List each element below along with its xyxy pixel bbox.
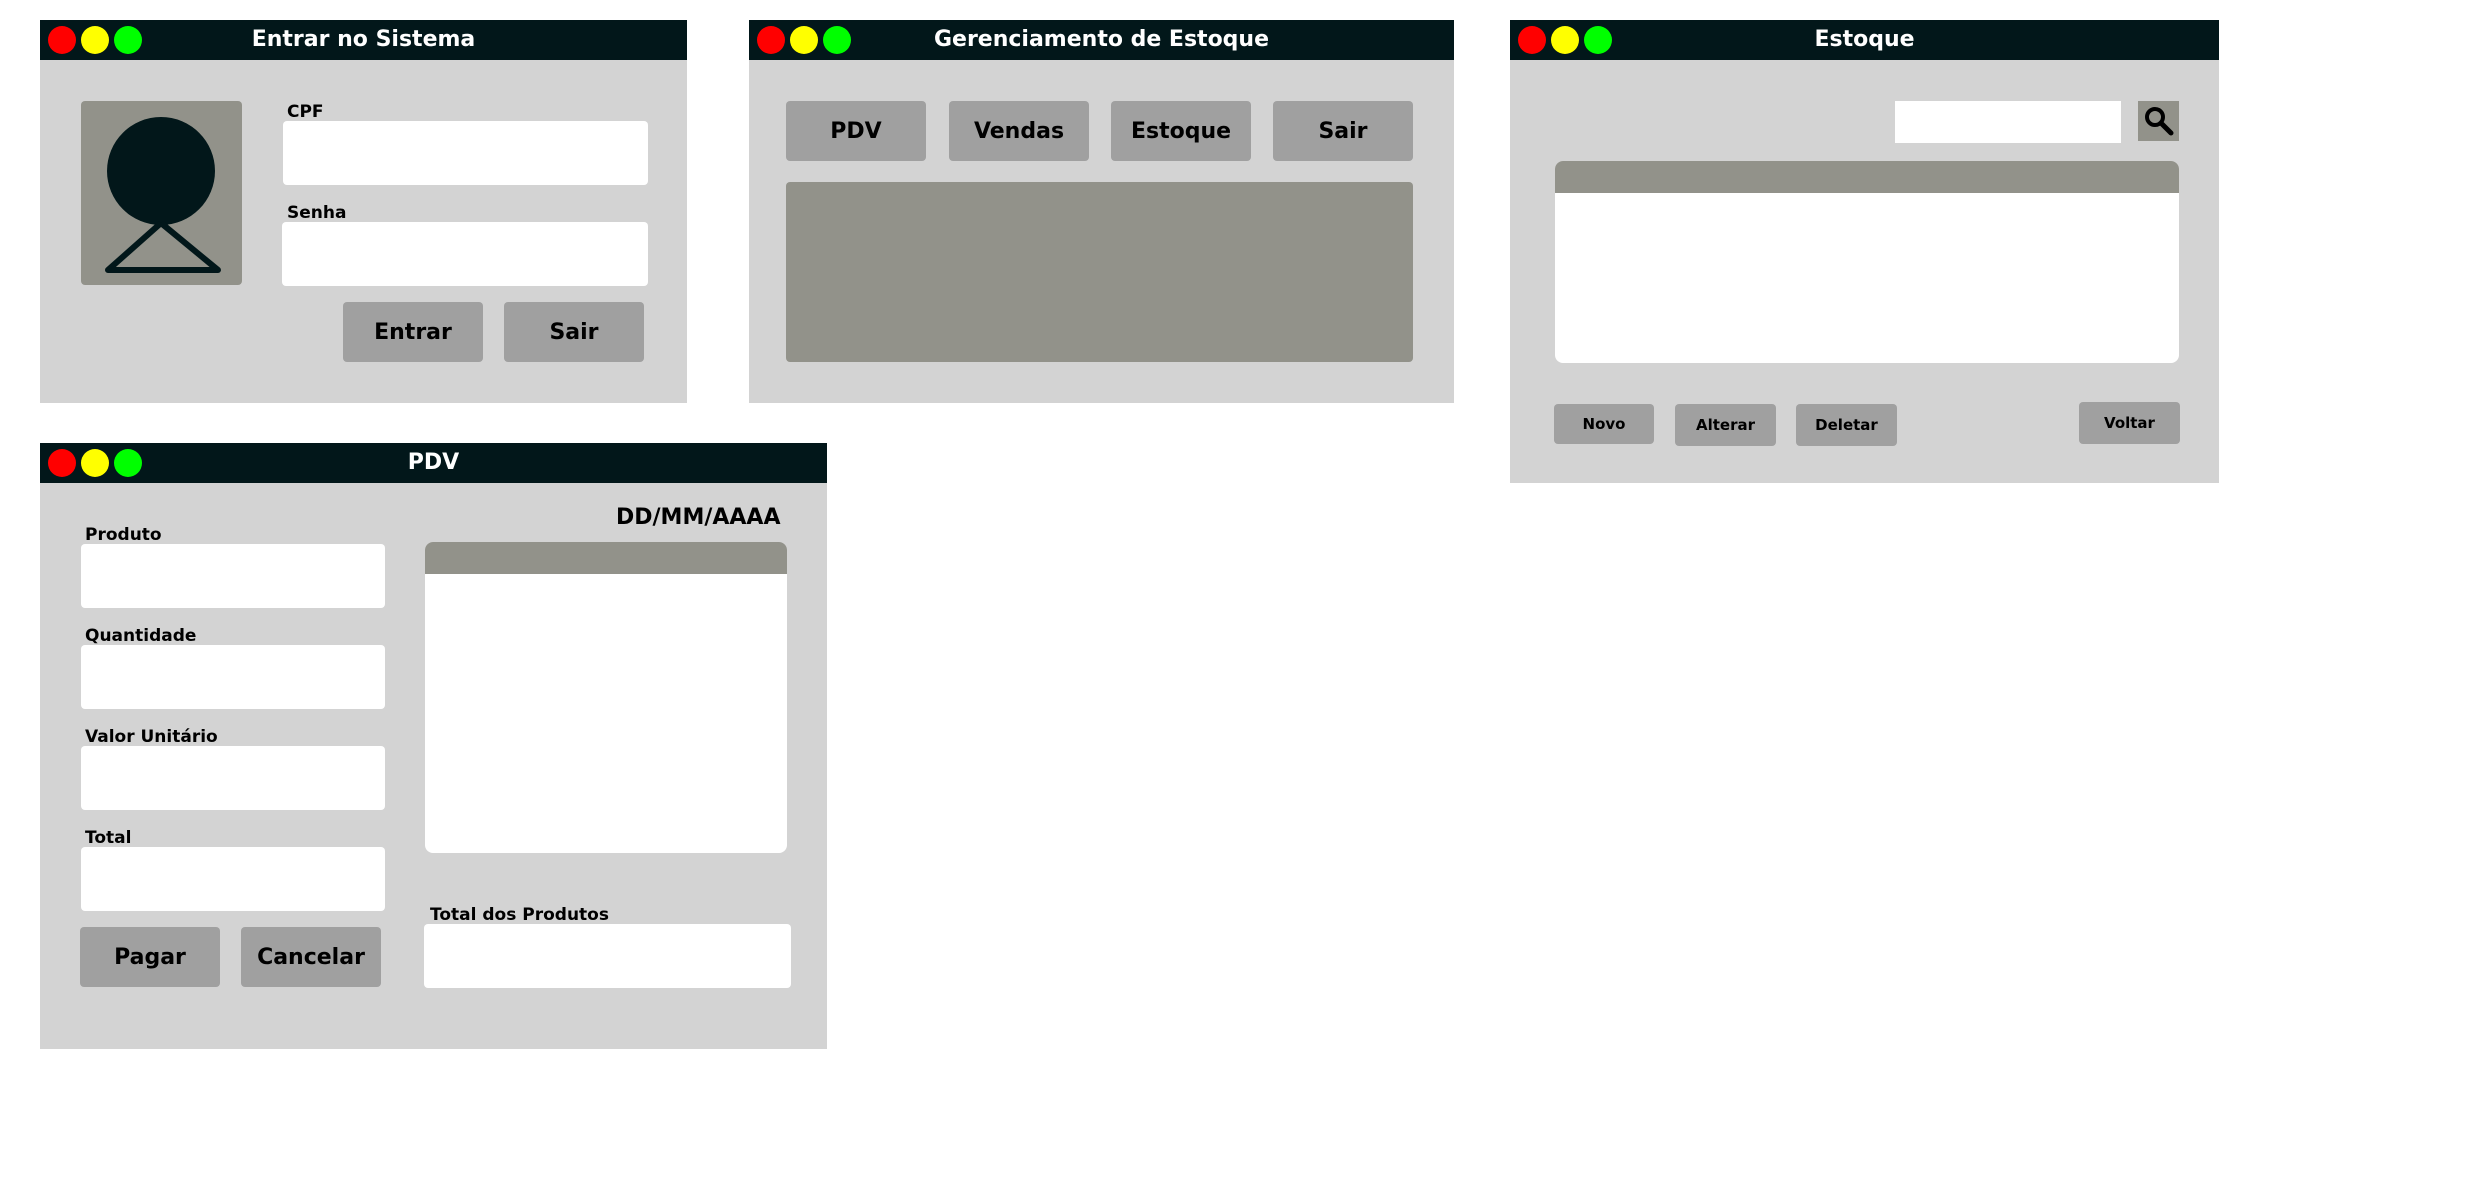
total-label: Total — [85, 828, 132, 848]
cpf-field[interactable] — [283, 121, 648, 185]
produto-label: Produto — [85, 525, 162, 545]
estoque-table[interactable] — [1555, 161, 2179, 363]
search-button[interactable] — [2138, 101, 2179, 141]
estoque-titlebar: Estoque — [1510, 20, 2219, 60]
total-produtos-field[interactable] — [424, 924, 791, 988]
pdv-titlebar: PDV — [40, 443, 827, 483]
cpf-label: CPF — [287, 102, 324, 122]
minimize-button[interactable] — [1551, 26, 1579, 54]
novo-button[interactable]: Novo — [1554, 404, 1654, 444]
window-title: Entrar no Sistema — [251, 27, 476, 52]
vendas-menu-button[interactable]: Vendas — [949, 101, 1089, 161]
window-title: PDV — [407, 450, 460, 475]
alterar-button[interactable]: Alterar — [1675, 404, 1776, 446]
produto-field[interactable] — [81, 544, 385, 608]
close-button[interactable] — [1518, 26, 1546, 54]
entrar-button[interactable]: Entrar — [343, 302, 483, 362]
total-produtos-label: Total dos Produtos — [430, 905, 609, 925]
table-header — [1555, 161, 2179, 193]
total-field[interactable] — [81, 847, 385, 911]
gerenciamento-window: Gerenciamento de Estoque PDV Vendas Esto… — [749, 20, 1454, 403]
window-title: Estoque — [1814, 27, 1915, 52]
minimize-button[interactable] — [81, 26, 109, 54]
pagar-button[interactable]: Pagar — [80, 927, 220, 987]
voltar-button[interactable]: Voltar — [2079, 402, 2180, 444]
maximize-button[interactable] — [114, 26, 142, 54]
maximize-button[interactable] — [1584, 26, 1612, 54]
sair-menu-button[interactable]: Sair — [1273, 101, 1413, 161]
user-avatar-icon — [105, 117, 221, 273]
minimize-button[interactable] — [81, 449, 109, 477]
login-window: Entrar no Sistema CPF Senha Entrar Sair — [40, 20, 687, 403]
close-button[interactable] — [48, 26, 76, 54]
quantidade-label: Quantidade — [85, 626, 197, 646]
login-titlebar: Entrar no Sistema — [40, 20, 687, 60]
window-title: Gerenciamento de Estoque — [933, 27, 1270, 52]
avatar — [81, 101, 242, 285]
minimize-button[interactable] — [790, 26, 818, 54]
close-button[interactable] — [757, 26, 785, 54]
search-input[interactable] — [1895, 101, 2121, 143]
valor-unitario-field[interactable] — [81, 746, 385, 810]
list-header — [425, 542, 787, 574]
senha-field[interactable] — [282, 222, 648, 286]
content-panel — [786, 182, 1413, 362]
sair-button[interactable]: Sair — [504, 302, 644, 362]
quantidade-field[interactable] — [81, 645, 385, 709]
gerenciamento-titlebar: Gerenciamento de Estoque — [749, 20, 1454, 60]
valor-unitario-label: Valor Unitário — [85, 727, 218, 747]
search-icon — [2145, 107, 2174, 136]
estoque-menu-button[interactable]: Estoque — [1111, 101, 1251, 161]
maximize-button[interactable] — [823, 26, 851, 54]
pdv-window: PDV DD/MM/AAAA Produto Quantidade Valor … — [40, 443, 827, 1049]
estoque-window: Estoque Novo Alterar Deletar Voltar — [1510, 20, 2219, 483]
deletar-button[interactable]: Deletar — [1796, 404, 1897, 446]
pdv-menu-button[interactable]: PDV — [786, 101, 926, 161]
maximize-button[interactable] — [114, 449, 142, 477]
senha-label: Senha — [287, 203, 347, 223]
close-button[interactable] — [48, 449, 76, 477]
products-list[interactable] — [425, 542, 787, 853]
date-label: DD/MM/AAAA — [616, 505, 781, 530]
cancelar-button[interactable]: Cancelar — [241, 927, 381, 987]
